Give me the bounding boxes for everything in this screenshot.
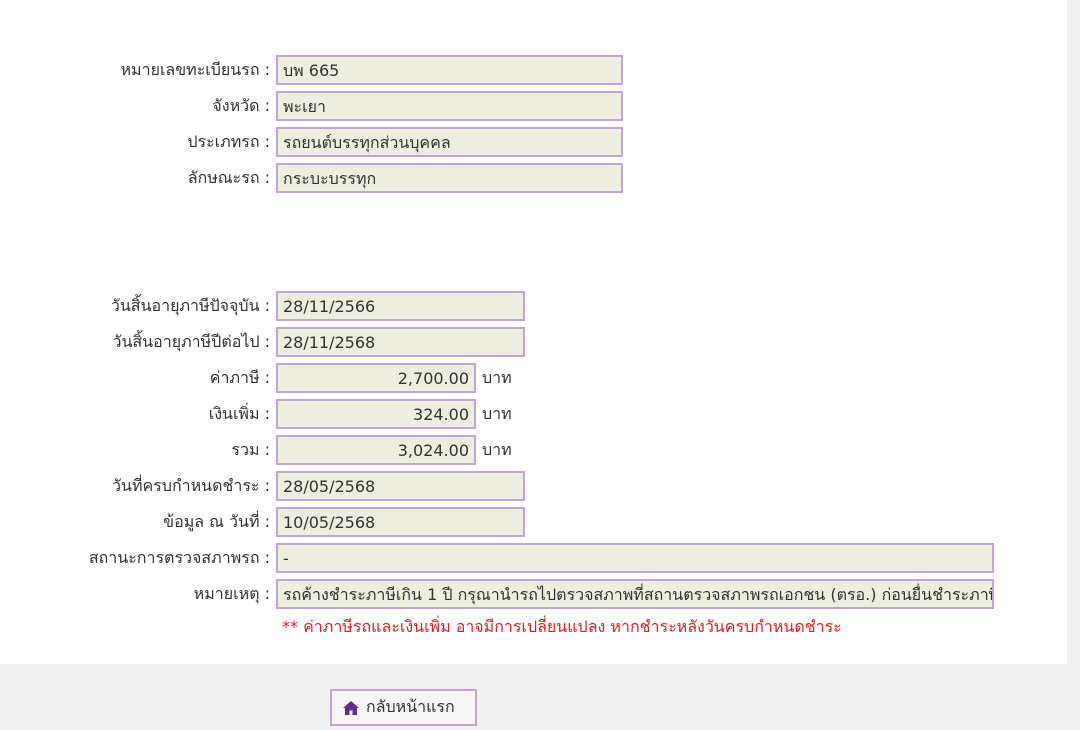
plate-label: หมายเลขทะเบียนรถ : <box>120 60 271 79</box>
vehicle-style-field[interactable]: กระบะบรรทุก <box>276 163 623 193</box>
data-date-row: ข้อมูล ณ วันที่ : 10/05/2568 <box>0 505 540 539</box>
plate-row: หมายเลขทะเบียนรถ : บพ 665 <box>0 53 640 87</box>
remark-label: หมายเหตุ : <box>193 584 270 603</box>
tax-row: ค่าภาษี : 2,700.00 บาท <box>0 361 540 395</box>
province-field[interactable]: พะเยา <box>276 91 623 121</box>
remark-row: หมายเหตุ : รถค้างชำระภาษีเกิน 1 ปี กรุณา… <box>0 577 1010 611</box>
current-expiry-field[interactable]: 28/11/2566 <box>276 291 525 321</box>
plate-field[interactable]: บพ 665 <box>276 55 623 85</box>
inspection-row: สถานะการตรวจสภาพรถ : - <box>0 541 1010 575</box>
tax-unit: บาท <box>482 368 512 387</box>
remark-field[interactable]: รถค้างชำระภาษีเกิน 1 ปี กรุณานำรถไปตรวจส… <box>276 579 994 609</box>
vehicle-style-label: ลักษณะรถ : <box>187 168 270 187</box>
due-date-field[interactable]: 28/05/2568 <box>276 471 525 501</box>
home-icon <box>343 700 359 715</box>
total-label: รวม : <box>231 440 270 459</box>
province-label: จังหวัด : <box>212 96 270 115</box>
fee-change-warning: ** ค่าภาษีรถและเงินเพิ่ม อาจมีการเปลี่ยน… <box>282 617 842 636</box>
home-button[interactable]: กลับหน้าแรก <box>330 689 477 726</box>
surcharge-amount-field[interactable]: 324.00 <box>276 399 476 429</box>
surcharge-unit: บาท <box>482 404 512 423</box>
surcharge-row: เงินเพิ่ม : 324.00 บาท <box>0 397 540 431</box>
next-expiry-label: วันสิ้นอายุภาษีปีต่อไป : <box>112 332 270 351</box>
province-row: จังหวัด : พะเยา <box>0 89 640 123</box>
home-button-label: กลับหน้าแรก <box>366 697 455 716</box>
surcharge-label: เงินเพิ่ม : <box>208 404 270 423</box>
tax-amount-field[interactable]: 2,700.00 <box>276 363 476 393</box>
vehicle-type-row: ประเภทรถ : รถยนต์บรรทุกส่วนบุคคล <box>0 125 640 159</box>
due-date-label: วันที่ครบกำหนดชำระ : <box>112 476 270 495</box>
total-amount-field[interactable]: 3,024.00 <box>276 435 476 465</box>
current-expiry-label: วันสิ้นอายุภาษีปัจจุบัน : <box>110 296 270 315</box>
data-date-field[interactable]: 10/05/2568 <box>276 507 525 537</box>
next-expiry-field[interactable]: 28/11/2568 <box>276 327 525 357</box>
current-expiry-row: วันสิ้นอายุภาษีปัจจุบัน : 28/11/2566 <box>0 289 540 323</box>
tax-label: ค่าภาษี : <box>209 368 270 387</box>
vehicle-type-field[interactable]: รถยนต์บรรทุกส่วนบุคคล <box>276 127 623 157</box>
data-date-label: ข้อมูล ณ วันที่ : <box>163 512 270 531</box>
vehicle-style-row: ลักษณะรถ : กระบะบรรทุก <box>0 161 640 195</box>
due-date-row: วันที่ครบกำหนดชำระ : 28/05/2568 <box>0 469 540 503</box>
total-unit: บาท <box>482 440 512 459</box>
total-row: รวม : 3,024.00 บาท <box>0 433 540 467</box>
vehicle-type-label: ประเภทรถ : <box>187 132 270 151</box>
inspection-status-field[interactable]: - <box>276 543 994 573</box>
vehicle-tax-info-panel: หมายเลขทะเบียนรถ : บพ 665 จังหวัด : พะเย… <box>0 0 1067 664</box>
next-expiry-row: วันสิ้นอายุภาษีปีต่อไป : 28/11/2568 <box>0 325 540 359</box>
inspection-label: สถานะการตรวจสภาพรถ : <box>88 548 270 567</box>
